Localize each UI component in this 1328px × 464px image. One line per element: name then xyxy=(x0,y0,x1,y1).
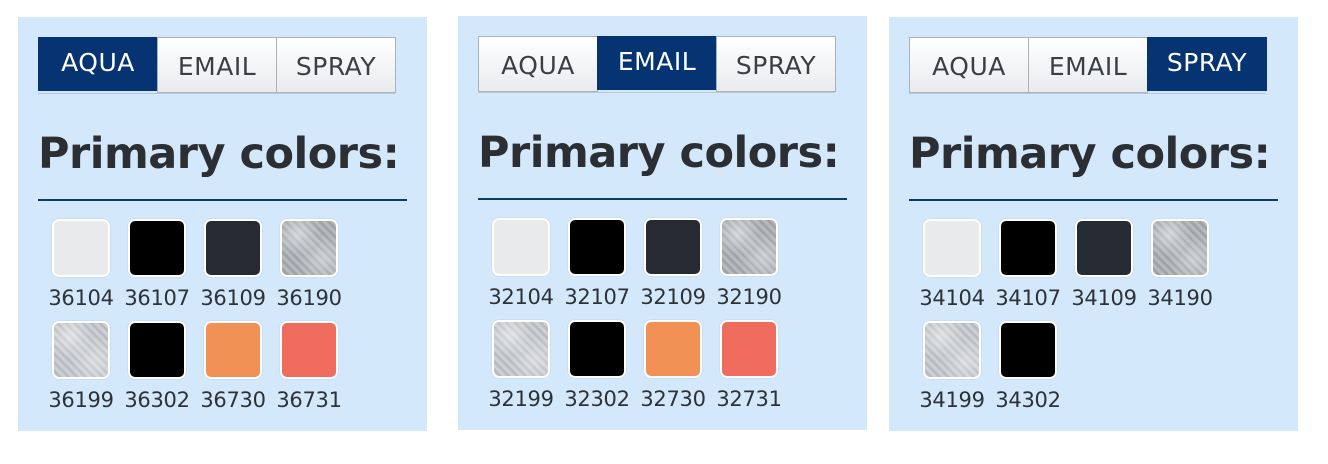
swatch-chip[interactable] xyxy=(52,219,110,277)
swatch-code: 36730 xyxy=(200,388,266,412)
swatch-code: 36199 xyxy=(48,388,114,412)
color-swatch[interactable]: 36302 xyxy=(119,321,195,423)
swatch-code: 34190 xyxy=(1147,286,1213,310)
color-swatch[interactable]: 32302 xyxy=(559,320,635,422)
swatch-code: 36104 xyxy=(48,286,114,310)
swatch-code: 34104 xyxy=(919,286,985,310)
section-heading: Primary colors: xyxy=(909,129,1271,179)
swatch-chip[interactable] xyxy=(492,218,550,276)
tab-aqua[interactable]: AQUA xyxy=(909,37,1029,93)
product-tabs: AQUA EMAIL SPRAY xyxy=(909,37,1267,94)
color-swatch[interactable]: 32104 xyxy=(483,218,559,320)
swatch-code: 32199 xyxy=(488,387,554,411)
color-swatch[interactable]: 34107 xyxy=(990,219,1066,321)
swatch-chip[interactable] xyxy=(720,218,778,276)
color-swatch[interactable]: 36731 xyxy=(271,321,347,423)
tab-email[interactable]: EMAIL xyxy=(1028,37,1148,93)
tab-aqua[interactable]: AQUA xyxy=(478,36,598,92)
product-tabs: AQUA EMAIL SPRAY xyxy=(478,36,836,93)
swatch-chip[interactable] xyxy=(1075,219,1133,277)
swatch-chip[interactable] xyxy=(280,321,338,379)
color-swatch[interactable]: 32199 xyxy=(483,320,559,422)
color-swatch[interactable]: 32730 xyxy=(635,320,711,422)
swatch-code: 36109 xyxy=(200,286,266,310)
color-swatch[interactable]: 36107 xyxy=(119,219,195,321)
swatch-code: 32730 xyxy=(640,387,706,411)
tab-aqua[interactable]: AQUA xyxy=(38,37,158,91)
swatch-grid: 34104 34107 34109 34190 34199 34302 xyxy=(914,219,1234,423)
swatch-code: 36190 xyxy=(276,286,342,310)
swatch-chip[interactable] xyxy=(492,320,550,378)
swatch-chip[interactable] xyxy=(923,219,981,277)
swatch-code: 36302 xyxy=(124,388,190,412)
swatch-code: 32190 xyxy=(716,285,782,309)
swatch-grid: 32104 32107 32109 32190 32199 32302 32730 32731 xyxy=(483,218,803,422)
tab-email[interactable]: EMAIL xyxy=(157,37,277,93)
heading-divider xyxy=(38,199,407,201)
color-swatch[interactable]: 36199 xyxy=(43,321,119,423)
swatch-chip[interactable] xyxy=(568,320,626,378)
swatch-code: 36731 xyxy=(276,388,342,412)
swatch-code: 34199 xyxy=(919,388,985,412)
heading-divider xyxy=(909,199,1278,201)
color-swatch[interactable]: 32731 xyxy=(711,320,787,422)
color-swatch[interactable]: 36190 xyxy=(271,219,347,321)
swatch-chip[interactable] xyxy=(720,320,778,378)
swatch-chip[interactable] xyxy=(128,321,186,379)
color-swatch[interactable]: 36104 xyxy=(43,219,119,321)
heading-divider xyxy=(478,198,847,200)
color-swatch[interactable]: 36730 xyxy=(195,321,271,423)
swatch-chip[interactable] xyxy=(128,219,186,277)
color-swatch[interactable]: 32109 xyxy=(635,218,711,320)
color-panel-email: AQUA EMAIL SPRAY Primary colors: 32104 32… xyxy=(458,16,867,430)
swatch-chip[interactable] xyxy=(999,219,1057,277)
color-swatch[interactable]: 34109 xyxy=(1066,219,1142,321)
swatch-chip[interactable] xyxy=(204,321,262,379)
swatch-grid: 36104 36107 36109 36190 36199 36302 36730 36731 xyxy=(43,219,363,423)
swatch-code: 32107 xyxy=(564,285,630,309)
swatch-code: 32104 xyxy=(488,285,554,309)
swatch-chip[interactable] xyxy=(204,219,262,277)
swatch-chip[interactable] xyxy=(999,321,1057,379)
color-swatch[interactable]: 34199 xyxy=(914,321,990,423)
color-swatch[interactable]: 34190 xyxy=(1142,219,1218,321)
swatch-chip[interactable] xyxy=(280,219,338,277)
swatch-code: 32109 xyxy=(640,285,706,309)
color-panel-spray: AQUA EMAIL SPRAY Primary colors: 34104 34… xyxy=(889,17,1298,431)
product-tabs: AQUA EMAIL SPRAY xyxy=(38,37,396,94)
color-panel-aqua: AQUA EMAIL SPRAY Primary colors: 36104 36… xyxy=(18,17,427,431)
section-heading: Primary colors: xyxy=(478,128,840,178)
swatch-code: 34109 xyxy=(1071,286,1137,310)
swatch-code: 36107 xyxy=(124,286,190,310)
swatch-code: 34107 xyxy=(995,286,1061,310)
swatch-code: 32731 xyxy=(716,387,782,411)
tab-email[interactable]: EMAIL xyxy=(597,36,717,90)
swatch-chip[interactable] xyxy=(644,320,702,378)
tab-spray[interactable]: SPRAY xyxy=(276,37,396,93)
swatch-chip[interactable] xyxy=(923,321,981,379)
swatch-chip[interactable] xyxy=(644,218,702,276)
tab-spray[interactable]: SPRAY xyxy=(1147,37,1267,91)
color-swatch[interactable]: 34104 xyxy=(914,219,990,321)
color-swatch[interactable]: 36109 xyxy=(195,219,271,321)
swatch-code: 34302 xyxy=(995,388,1061,412)
swatch-chip[interactable] xyxy=(1151,219,1209,277)
tab-spray[interactable]: SPRAY xyxy=(716,36,836,92)
color-swatch[interactable]: 34302 xyxy=(990,321,1066,423)
section-heading: Primary colors: xyxy=(38,129,400,179)
swatch-code: 32302 xyxy=(564,387,630,411)
swatch-chip[interactable] xyxy=(568,218,626,276)
color-swatch[interactable]: 32107 xyxy=(559,218,635,320)
color-swatch[interactable]: 32190 xyxy=(711,218,787,320)
swatch-chip[interactable] xyxy=(52,321,110,379)
